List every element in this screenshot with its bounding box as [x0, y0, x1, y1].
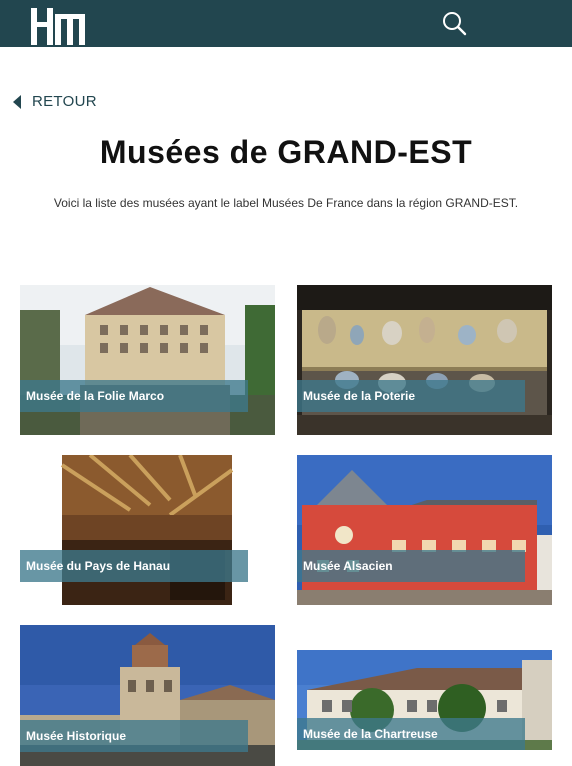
museum-card[interactable]: Musée du Pays de Hanau: [20, 455, 275, 605]
museum-card[interactable]: Musée Historique: [20, 625, 275, 766]
page-title: Musées de GRAND-EST: [99, 134, 473, 170]
museum-card[interactable]: Musée de la Folie Marco: [20, 285, 275, 435]
museum-photo: [297, 455, 552, 605]
museum-name: Musée de la Chartreuse: [297, 718, 525, 750]
museum-card[interactable]: Musée de la Poterie: [297, 285, 552, 435]
intro-text: Voici la liste des musées ayant le label…: [53, 196, 519, 210]
museum-name: Musée Alsacien: [297, 550, 525, 582]
back-label: RETOUR: [32, 93, 97, 110]
museum-card[interactable]: Musée Alsacien: [297, 455, 552, 605]
back-link[interactable]: RETOUR: [12, 93, 97, 110]
museum-photo: [20, 285, 275, 435]
museum-name: Musée Historique: [20, 720, 248, 752]
caret-left-icon: [13, 94, 21, 109]
museum-card[interactable]: Musée de la Chartreuse: [297, 650, 552, 750]
hm-logo-icon[interactable]: [31, 8, 85, 45]
museum-photo: [297, 285, 552, 435]
top-bar: [0, 0, 572, 47]
museum-name: Musée du Pays de Hanau: [20, 550, 248, 582]
museum-name: Musée de la Folie Marco: [20, 380, 248, 412]
museum-name: Musée de la Poterie: [297, 380, 525, 412]
museum-photo: [20, 455, 275, 605]
search-icon[interactable]: [440, 9, 468, 37]
